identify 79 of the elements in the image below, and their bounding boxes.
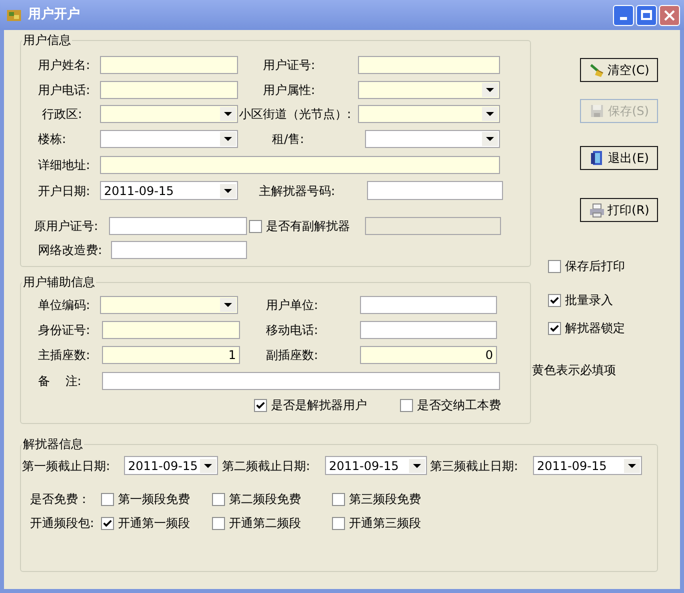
button[interactable]: 清空(C) — [580, 58, 658, 82]
check-icon — [550, 324, 559, 332]
field-label: 开户日期: — [38, 182, 92, 198]
field-label: 单位编码: — [38, 297, 92, 313]
checkbox[interactable]: 批量录入 — [548, 292, 658, 308]
text-field[interactable] — [360, 321, 497, 339]
field-label: 用户证号: — [263, 57, 316, 73]
dropdown-field[interactable]: 2011-09-15 — [533, 456, 642, 475]
text-field[interactable] — [102, 321, 240, 339]
checkbox[interactable]: 开通第一频段 — [101, 515, 190, 531]
legend-note: 黄色表示必填项 — [532, 362, 617, 378]
text-field[interactable]: 1 — [102, 346, 240, 364]
check-icon — [550, 296, 559, 304]
app-icon — [6, 7, 22, 23]
dropdown-field[interactable] — [100, 296, 238, 314]
text-field[interactable] — [102, 372, 500, 390]
dropdown-field[interactable]: 2011-09-15 — [124, 456, 218, 475]
field-label: 开通频段包: — [30, 515, 96, 531]
field-label: 移动电话: — [266, 322, 320, 338]
checkbox[interactable]: 解扰器锁定 — [548, 320, 658, 336]
group-title: 用户辅助信息 — [22, 274, 96, 290]
button[interactable]: 退出(E) — [580, 146, 658, 170]
field-label: 备 注: — [38, 373, 82, 389]
field-label: 副插座数: — [266, 347, 320, 363]
field-label: 租/售: — [272, 131, 306, 147]
group-title: 解扰器信息 — [22, 436, 84, 452]
text-field[interactable] — [100, 156, 500, 174]
field-label: 楼栋: — [38, 131, 68, 147]
field-label: 第三频截止日期: — [430, 458, 520, 474]
field-label: 主插座数: — [38, 347, 92, 363]
dropdown-field[interactable] — [365, 130, 500, 148]
text-field[interactable] — [360, 296, 497, 314]
field-label: 是否免费： — [30, 491, 91, 507]
dropdown-field[interactable] — [358, 105, 500, 123]
printer-icon — [588, 202, 605, 218]
dropdown-field[interactable]: 2011-09-15 — [100, 181, 238, 200]
checkbox[interactable]: 是否有副解扰器 — [249, 218, 365, 234]
check-icon — [256, 400, 265, 410]
checkbox[interactable]: 第三频段免费 — [332, 491, 421, 507]
text-field[interactable] — [100, 81, 238, 99]
button[interactable]: 打印(R) — [580, 198, 658, 222]
field-label: 小区街道（光节点）: — [239, 106, 352, 122]
broom-icon — [588, 62, 605, 78]
checkbox[interactable]: 保存后打印 — [548, 258, 658, 274]
group-title: 用户信息 — [22, 32, 72, 48]
maximize-button[interactable] — [636, 4, 657, 26]
close-icon — [664, 10, 675, 20]
dropdown-field[interactable]: 2011-09-15 — [325, 456, 427, 475]
checkbox[interactable]: 是否是解扰器用户 — [254, 397, 367, 413]
checkbox[interactable]: 开通第三频段 — [332, 515, 421, 531]
field-label: 第一频截止日期: — [22, 458, 112, 474]
window-title: 用户开户 — [28, 6, 80, 24]
text-field[interactable] — [367, 181, 503, 200]
field-label: 用户单位: — [266, 297, 320, 313]
field-label: 用户姓名: — [38, 57, 92, 73]
dropdown-field[interactable] — [358, 81, 500, 99]
field-label: 用户属性: — [263, 82, 316, 98]
field-label: 身份证号: — [38, 322, 92, 338]
field-label: 网络改造费: — [38, 242, 104, 258]
checkbox[interactable]: 是否交纳工本费 — [400, 397, 501, 413]
dropdown-field[interactable] — [100, 130, 238, 148]
field-label: 详细地址: — [38, 157, 92, 173]
field-label: 用户电话: — [38, 82, 92, 98]
field-label: 第二频截止日期: — [222, 458, 312, 474]
text-field[interactable]: 0 — [360, 346, 497, 364]
dropdown-field[interactable] — [100, 105, 238, 123]
text-field[interactable] — [109, 217, 247, 235]
text-field[interactable] — [100, 56, 238, 74]
checkbox[interactable]: 第二频段免费 — [212, 491, 301, 507]
text-field[interactable] — [358, 56, 500, 74]
check-icon — [103, 518, 112, 528]
field-label: 主解扰器号码: — [259, 182, 336, 198]
minimize-button[interactable] — [613, 4, 634, 26]
field-label: 行政区: — [42, 106, 84, 122]
checkbox[interactable]: 开通第二频段 — [212, 515, 301, 531]
close-button[interactable] — [659, 4, 680, 26]
field-label: 原用户证号: — [34, 218, 100, 234]
text-field[interactable] — [111, 241, 247, 259]
checkbox[interactable]: 第一频段免费 — [101, 491, 190, 507]
